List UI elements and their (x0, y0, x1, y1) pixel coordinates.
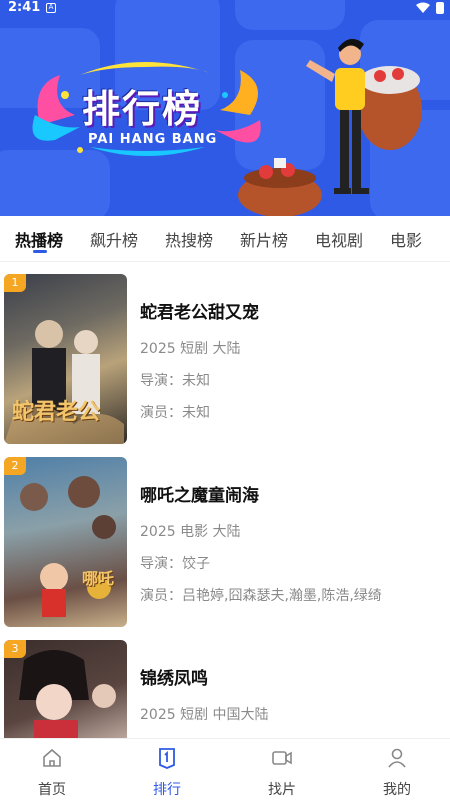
character-illustration (238, 38, 422, 216)
item-meta: 2025 短剧 中国大陆 (140, 707, 269, 723)
list-item[interactable]: 1 蛇君老公 蛇君老公甜又宠 2025 短剧 大陆 导演：未知 演员：未知 (0, 262, 450, 444)
status-time: 2:41 (8, 0, 41, 15)
item-director: 导演：饺子 (140, 556, 210, 572)
poster-title-text: 蛇君老公 (12, 400, 101, 425)
tab-movies[interactable]: 电影 (390, 227, 422, 251)
item-info: 蛇君老公甜又宠 2025 短剧 大陆 导演：未知 演员：未知 (140, 298, 440, 422)
active-tab-indicator (33, 250, 47, 253)
nav-home[interactable]: 首页 (22, 747, 82, 799)
nav-find-label: 找片 (268, 782, 296, 798)
nav-profile[interactable]: 我的 (367, 747, 427, 799)
nav-home-label: 首页 (38, 782, 66, 798)
item-title: 蛇君老公甜又宠 (140, 303, 259, 323)
item-meta: 2025 短剧 大陆 (140, 341, 241, 357)
ranking-icon (159, 748, 175, 769)
rank-badge: 2 (4, 457, 26, 475)
item-info: 锦绣凤鸣 2025 短剧 中国大陆 (140, 664, 440, 724)
nav-ranking-label: 排行 (153, 782, 181, 798)
ranking-banner: 2:41 A 排行榜 PAI HANG BANG (0, 0, 450, 216)
list-item[interactable]: 2 哪吒 哪吒之魔童闹海 2025 电影 大陆 导演：饺子 演员：吕艳婷,囧森瑟… (0, 445, 450, 627)
banner-title: 排行榜 (82, 87, 203, 131)
tab-tv-series[interactable]: 电视剧 (315, 227, 363, 251)
tab-rising[interactable]: 飙升榜 (90, 227, 138, 251)
nav-profile-label: 我的 (383, 782, 411, 798)
bottom-navigation: 首页 排行 找片 我的 (0, 738, 450, 800)
user-icon (388, 748, 406, 768)
battery-icon (436, 2, 444, 14)
item-cast: 演员：吕艳婷,囧森瑟夫,瀚墨,陈浩,绿绮 (140, 588, 382, 604)
poster-art (20, 476, 116, 617)
poster-title-text: 哪吒 (82, 569, 115, 588)
tab-hot-play[interactable]: 热播榜 (15, 227, 63, 251)
item-cast: 演员：未知 (140, 405, 210, 421)
item-title: 锦绣凤鸣 (140, 669, 208, 689)
item-meta: 2025 电影 大陆 (140, 524, 241, 540)
video-icon (272, 751, 292, 765)
item-director: 导演：未知 (140, 373, 210, 389)
ranking-tabs: 热播榜 飙升榜 热搜榜 新片榜 电视剧 电影 (0, 216, 450, 262)
nav-ranking[interactable]: 排行 (137, 747, 197, 799)
nav-find[interactable]: 找片 (252, 747, 312, 799)
home-icon (43, 748, 61, 767)
item-title: 哪吒之魔童闹海 (140, 486, 259, 506)
status-bar: 2:41 A (0, 0, 450, 18)
wifi-icon (416, 2, 430, 13)
banner-subtitle: PAI HANG BANG (88, 132, 218, 147)
poster-image: 2 哪吒 (4, 457, 127, 627)
rank-badge: 3 (4, 640, 26, 658)
list-item[interactable]: 3 锦绣凤鸣 2025 短剧 中国大陆 (0, 628, 450, 738)
item-info: 哪吒之魔童闹海 2025 电影 大陆 导演：饺子 演员：吕艳婷,囧森瑟夫,瀚墨,… (140, 481, 440, 605)
ranking-list: 1 蛇君老公 蛇君老公甜又宠 2025 短剧 大陆 导演：未知 演员：未知 2 … (0, 262, 450, 738)
poster-image: 1 蛇君老公 (4, 274, 127, 444)
rank-badge: 1 (4, 274, 26, 292)
tab-hot-search[interactable]: 热搜榜 (165, 227, 213, 251)
notification-icon: A (46, 3, 56, 13)
tab-new-release[interactable]: 新片榜 (240, 227, 288, 251)
poster-image: 3 (4, 640, 127, 738)
